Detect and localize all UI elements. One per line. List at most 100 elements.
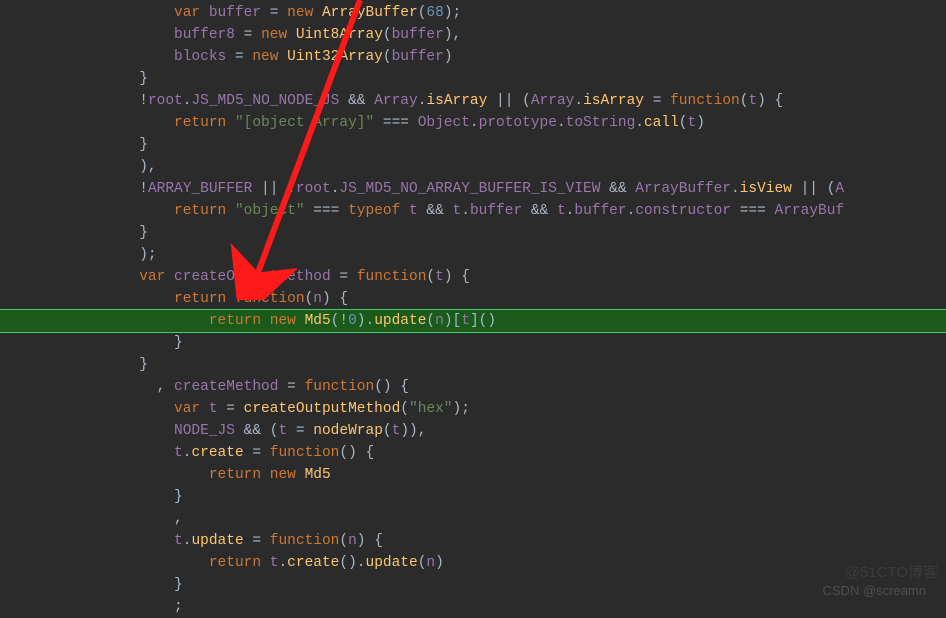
code-token: [278, 49, 287, 65]
code-token: ===: [374, 115, 418, 131]
code-line[interactable]: }: [0, 222, 946, 244]
code-token: ) {: [757, 93, 783, 109]
code-line[interactable]: }: [0, 332, 946, 354]
code-token: [226, 291, 235, 307]
code-token: }: [139, 137, 148, 153]
code-line[interactable]: NODE_JS && (t = nodeWrap(t)),: [0, 420, 946, 442]
code-token: create: [287, 555, 339, 571]
code-line[interactable]: return function(n) {: [0, 288, 946, 310]
code-token: var: [174, 5, 200, 21]
code-token: t: [453, 203, 462, 219]
code-token: function: [357, 269, 427, 285]
code-line[interactable]: }: [0, 134, 946, 156]
code-editor[interactable]: var buffer = new ArrayBuffer(68); buffer…: [0, 0, 946, 618]
code-line[interactable]: buffer8 = new Uint8Array(buffer),: [0, 24, 946, 46]
code-token: && (: [235, 423, 279, 439]
code-token: isArray: [583, 93, 644, 109]
code-token: (: [400, 401, 409, 417]
code-line[interactable]: t.update = function(n) {: [0, 530, 946, 552]
code-token: new: [252, 49, 278, 65]
code-token: new: [261, 27, 287, 43]
code-line[interactable]: );: [0, 244, 946, 266]
code-token: (: [383, 423, 392, 439]
code-token: buffer: [392, 49, 444, 65]
code-line[interactable]: var createOutputMethod = function(t) {: [0, 266, 946, 288]
code-token: isArray: [426, 93, 487, 109]
code-line[interactable]: return t.create().update(n): [0, 552, 946, 574]
code-token: t: [174, 445, 183, 461]
code-line[interactable]: return new Md5: [0, 464, 946, 486]
code-token: =: [261, 5, 287, 21]
code-token: Md5: [305, 467, 331, 483]
code-token: =: [244, 445, 270, 461]
code-token: return: [174, 291, 226, 307]
code-token: ) {: [322, 291, 348, 307]
code-token: 68: [426, 5, 443, 21]
code-token: );: [139, 247, 156, 263]
code-token: [296, 313, 305, 329]
code-token: "[object Array]": [235, 115, 374, 131]
code-line[interactable]: return "object" === typeof t && t.buffer…: [0, 200, 946, 222]
code-line[interactable]: }: [0, 354, 946, 376]
code-token: (: [426, 313, 435, 329]
code-line[interactable]: }: [0, 486, 946, 508]
code-token: Array: [374, 93, 418, 109]
code-token: &&: [600, 181, 635, 197]
code-token: [261, 313, 270, 329]
code-token: (: [339, 533, 348, 549]
code-token: JS_MD5_NO_NODE_JS: [191, 93, 339, 109]
code-token: }: [139, 357, 148, 373]
code-token: }: [139, 225, 148, 241]
code-token: )),: [400, 423, 426, 439]
code-line[interactable]: t.create = function() {: [0, 442, 946, 464]
code-token: [226, 115, 235, 131]
code-token: return: [174, 115, 226, 131]
code-token: =: [644, 93, 670, 109]
code-token: =: [278, 379, 304, 395]
code-token: ),: [444, 27, 461, 43]
code-token: [261, 555, 270, 571]
code-token: || (: [487, 93, 531, 109]
code-token: new: [270, 467, 296, 483]
code-line[interactable]: !root.JS_MD5_NO_NODE_JS && Array.isArray…: [0, 90, 946, 112]
code-line[interactable]: }: [0, 574, 946, 596]
code-token: nodeWrap: [313, 423, 383, 439]
code-token: [165, 269, 174, 285]
code-token: Array: [531, 93, 575, 109]
code-token: ](): [470, 313, 496, 329]
code-token: [400, 203, 409, 219]
code-token: !: [139, 93, 148, 109]
code-line[interactable]: }: [0, 68, 946, 90]
code-token: &&: [418, 203, 453, 219]
code-token: return: [209, 467, 261, 483]
code-line[interactable]: return new Md5(!0).update(n)[t](): [0, 309, 946, 333]
code-token: ===: [305, 203, 349, 219]
code-token: function: [270, 533, 340, 549]
code-line[interactable]: var buffer = new ArrayBuffer(68);: [0, 2, 946, 24]
code-token: }: [174, 335, 183, 351]
code-token: (: [679, 115, 688, 131]
code-line[interactable]: !ARRAY_BUFFER || !root.JS_MD5_NO_ARRAY_B…: [0, 178, 946, 200]
code-token: ;: [174, 599, 183, 615]
code-token: &&: [522, 203, 557, 219]
code-token: prototype: [479, 115, 557, 131]
code-line[interactable]: , createMethod = function() {: [0, 376, 946, 398]
code-token: || (: [792, 181, 836, 197]
code-token: "object": [235, 203, 305, 219]
code-token: () {: [374, 379, 409, 395]
code-token: () {: [339, 445, 374, 461]
code-token: [261, 467, 270, 483]
code-token: ArrayBuf: [775, 203, 845, 219]
code-line[interactable]: ,: [0, 508, 946, 530]
code-line[interactable]: blocks = new Uint32Array(buffer): [0, 46, 946, 68]
code-token: ): [696, 115, 705, 131]
code-token: JS_MD5_NO_ARRAY_BUFFER_IS_VIEW: [339, 181, 600, 197]
code-line[interactable]: ;: [0, 596, 946, 618]
code-line[interactable]: ),: [0, 156, 946, 178]
code-token: function: [235, 291, 305, 307]
code-line[interactable]: var t = createOutputMethod("hex");: [0, 398, 946, 420]
code-line[interactable]: return "[object Array]" === Object.proto…: [0, 112, 946, 134]
code-token: update: [374, 313, 426, 329]
code-token: ArrayBuffer: [322, 5, 418, 21]
code-token: [200, 5, 209, 21]
